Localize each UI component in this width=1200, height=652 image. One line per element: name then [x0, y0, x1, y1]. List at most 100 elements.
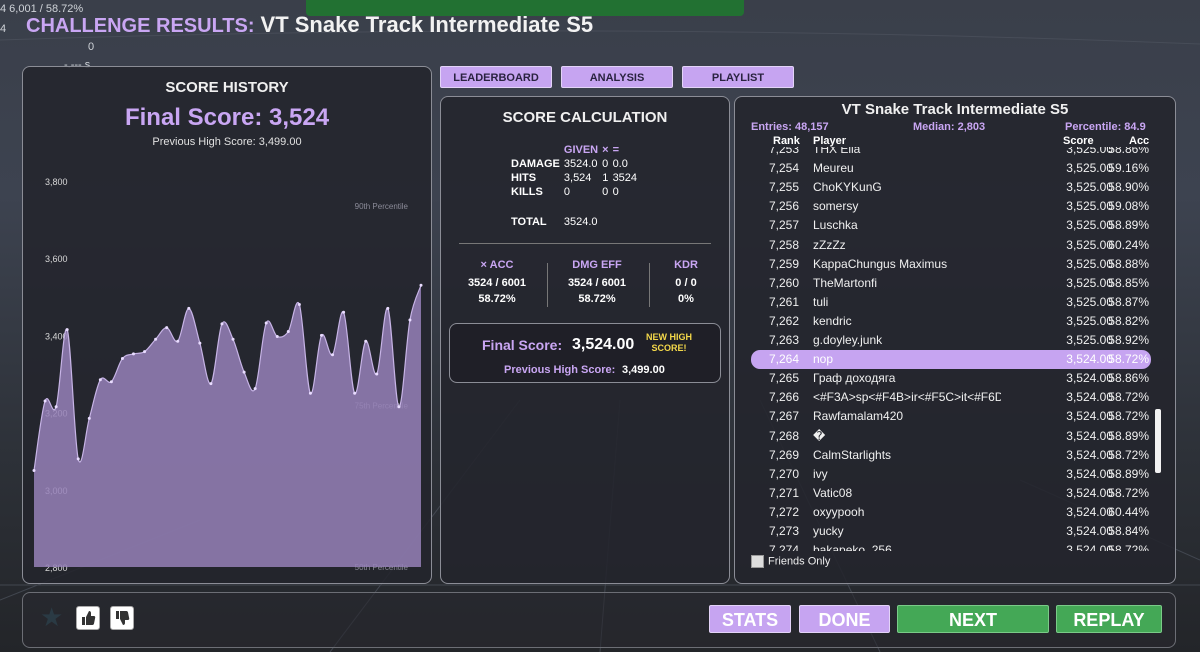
- player-cell: CalmStarlights: [813, 447, 892, 462]
- stat-head: KDR: [674, 259, 698, 271]
- leaderboard-row[interactable]: 7,266 <#F3A>sp<#F4B>ir<#F5C>it<#F6D 3,524.…: [751, 388, 1151, 407]
- leaderboard-row[interactable]: 7,253 THX Ella 3,525.00 58.86%: [751, 147, 1151, 159]
- data-point: [187, 306, 191, 310]
- data-point: [275, 335, 279, 339]
- tab-analysis[interactable]: ANALYSIS: [561, 66, 673, 88]
- stat-percent: 58.72%: [478, 293, 516, 305]
- calc-head-eq: =: [612, 144, 619, 156]
- y-tick-label: 3,600: [45, 254, 68, 264]
- leaderboard-row[interactable]: 7,272 oxyypooh 3,524.00 60.44%: [751, 503, 1151, 522]
- data-point: [375, 372, 379, 376]
- previous-high-label: Previous High Score:: [504, 364, 616, 376]
- score-history-chart: 3,8003,6003,4003,2003,0002,80090th Perce…: [32, 177, 423, 573]
- player-cell: <#F3A>sp<#F4B>ir<#F5C>it<#F6D: [813, 390, 1001, 405]
- acc-cell: 58.88%: [1108, 256, 1149, 271]
- final-score-headline: Final Score: 3,524: [124, 104, 330, 131]
- leaderboard-row[interactable]: 7,264 nop 3,524.00 58.72%: [751, 350, 1151, 370]
- previous-high-score: Previous High Score: 3,499.00: [152, 136, 302, 148]
- data-point: [297, 303, 301, 307]
- stat-value: 3524 / 6001: [467, 277, 527, 289]
- acc-cell: 58.92%: [1108, 333, 1149, 347]
- leaderboard-row[interactable]: 7,273 yucky 3,524.00 58.84%: [751, 522, 1151, 541]
- acc-cell: 58.87%: [1108, 294, 1149, 309]
- acc-cell: 60.24%: [1108, 237, 1149, 252]
- leaderboard-row[interactable]: 7,258 zZzZz 3,525.00 60.24%: [751, 236, 1151, 255]
- leaderboard-scrollbar[interactable]: [1155, 409, 1161, 473]
- leaderboard-row[interactable]: 7,260 TheMartonfi 3,525.00 58.85%: [751, 274, 1151, 293]
- player-cell: tuli: [813, 294, 829, 309]
- rank-cell: 7,257: [768, 218, 799, 233]
- data-point: [76, 457, 80, 461]
- tab-leaderboard[interactable]: LEADERBOARD: [440, 66, 552, 88]
- stat-value: 0 / 0: [675, 277, 697, 289]
- leaderboard-row[interactable]: 7,267 Rawfamalam420 3,524.00 58.72%: [751, 407, 1151, 426]
- leaderboard-row[interactable]: 7,274 bakapeko_256 3,524.00 58.72%: [751, 541, 1151, 551]
- favorite-star-icon[interactable]: ★: [40, 604, 66, 630]
- leaderboard-row[interactable]: 7,271 Vatic08 3,524.00 58.72%: [751, 484, 1151, 503]
- leaderboard-row[interactable]: 7,255 ChoKYKunG 3,525.00 58.90%: [751, 178, 1151, 197]
- calc-label: KILLS: [511, 186, 543, 198]
- col-player: Player: [813, 135, 847, 147]
- score-history-panel: SCORE HISTORY Final Score: 3,524 Previou…: [22, 66, 432, 584]
- hud-line: 0: [88, 41, 95, 53]
- leaderboard-row[interactable]: 7,268 � 3,524.00 58.89%: [751, 427, 1151, 446]
- thumbs-up-button[interactable]: [76, 606, 100, 630]
- stats-button[interactable]: STATS: [709, 605, 791, 633]
- acc-cell: 58.89%: [1108, 428, 1149, 443]
- friends-only-label: Friends Only: [768, 555, 831, 568]
- leaderboard-row[interactable]: 7,257 Luschka 3,525.00 58.89%: [751, 216, 1151, 235]
- data-point: [264, 321, 268, 325]
- thumbs-down-button[interactable]: [110, 606, 134, 630]
- stat-percent: 58.72%: [578, 293, 616, 305]
- data-point: [154, 337, 158, 341]
- calc-label: HITS: [511, 172, 537, 184]
- leaderboard-row[interactable]: 7,261 tuli 3,525.00 58.87%: [751, 293, 1151, 312]
- friends-only-checkbox[interactable]: [751, 555, 764, 568]
- calc-row-hits: HITS 3,524 1 3524: [511, 171, 641, 185]
- data-point: [319, 333, 323, 337]
- calc-given: 3524.0: [563, 158, 598, 170]
- calc-eq: 0.0: [612, 158, 628, 170]
- leaderboard-row[interactable]: 7,259 KappaChungus Maximus 3,525.00 58.88%: [751, 255, 1151, 274]
- tab-playlist[interactable]: PLAYLIST: [682, 66, 794, 88]
- thumbs-down-icon: [116, 611, 130, 625]
- data-point: [364, 339, 368, 343]
- player-cell: nop: [813, 352, 834, 367]
- rank-cell: 7,269: [768, 447, 799, 462]
- col-acc: Acc: [1129, 135, 1150, 147]
- acc-cell: 58.72%: [1108, 485, 1149, 500]
- player-cell: Meureu: [813, 161, 854, 176]
- col-score: Score: [1063, 135, 1094, 147]
- divider: [459, 243, 711, 244]
- replay-button[interactable]: REPLAY: [1056, 605, 1162, 633]
- leaderboard-row[interactable]: 7,262 kendric 3,525.00 58.82%: [751, 312, 1151, 331]
- leaderboard-row[interactable]: 7,270 ivy 3,524.00 58.89%: [751, 465, 1151, 484]
- leaderboard-row[interactable]: 7,269 CalmStarlights 3,524.00 58.72%: [751, 446, 1151, 465]
- data-point: [54, 405, 58, 409]
- acc-cell: 58.85%: [1108, 275, 1149, 290]
- rank-cell: 7,267: [768, 409, 799, 424]
- calc-mult: 1: [602, 172, 609, 184]
- acc-cell: 58.90%: [1108, 180, 1149, 195]
- leaderboard-row[interactable]: 7,256 somersy 3,525.00 59.08%: [751, 197, 1151, 216]
- acc-cell: 58.72%: [1108, 390, 1149, 405]
- calc-head-mult: ×: [602, 144, 609, 156]
- leaderboard-row[interactable]: 7,254 Meureu 3,525.00 59.16%: [751, 159, 1151, 178]
- median-score: Median: 2,803: [913, 121, 986, 133]
- rank-cell: 7,262: [768, 313, 799, 328]
- data-point: [231, 337, 235, 341]
- leaderboard-rows[interactable]: 7,253 THX Ella 3,525.00 58.86% 7,254 Meureu 3,…: [751, 147, 1153, 551]
- rank-cell: 7,263: [768, 333, 799, 347]
- data-point: [43, 399, 47, 403]
- acc-cell: 58.82%: [1108, 313, 1149, 328]
- calc-eq: 0: [612, 186, 619, 198]
- rank-cell: 7,258: [768, 237, 799, 252]
- stat-head: × ACC: [480, 259, 514, 271]
- leaderboard-row[interactable]: 7,263 g.doyley.junk 3,525.00 58.92%: [751, 331, 1151, 350]
- friends-only-toggle[interactable]: Friends Only: [751, 555, 830, 568]
- done-button[interactable]: DONE: [799, 605, 890, 633]
- leaderboard-row[interactable]: 7,265 Граф доходяга 3,524.00 58.86%: [751, 369, 1151, 388]
- stat-dmg-eff: DMG EFF 3524 / 6001 58.72%: [559, 259, 635, 307]
- next-button[interactable]: NEXT: [897, 605, 1049, 633]
- acc-cell: 58.72%: [1108, 409, 1149, 424]
